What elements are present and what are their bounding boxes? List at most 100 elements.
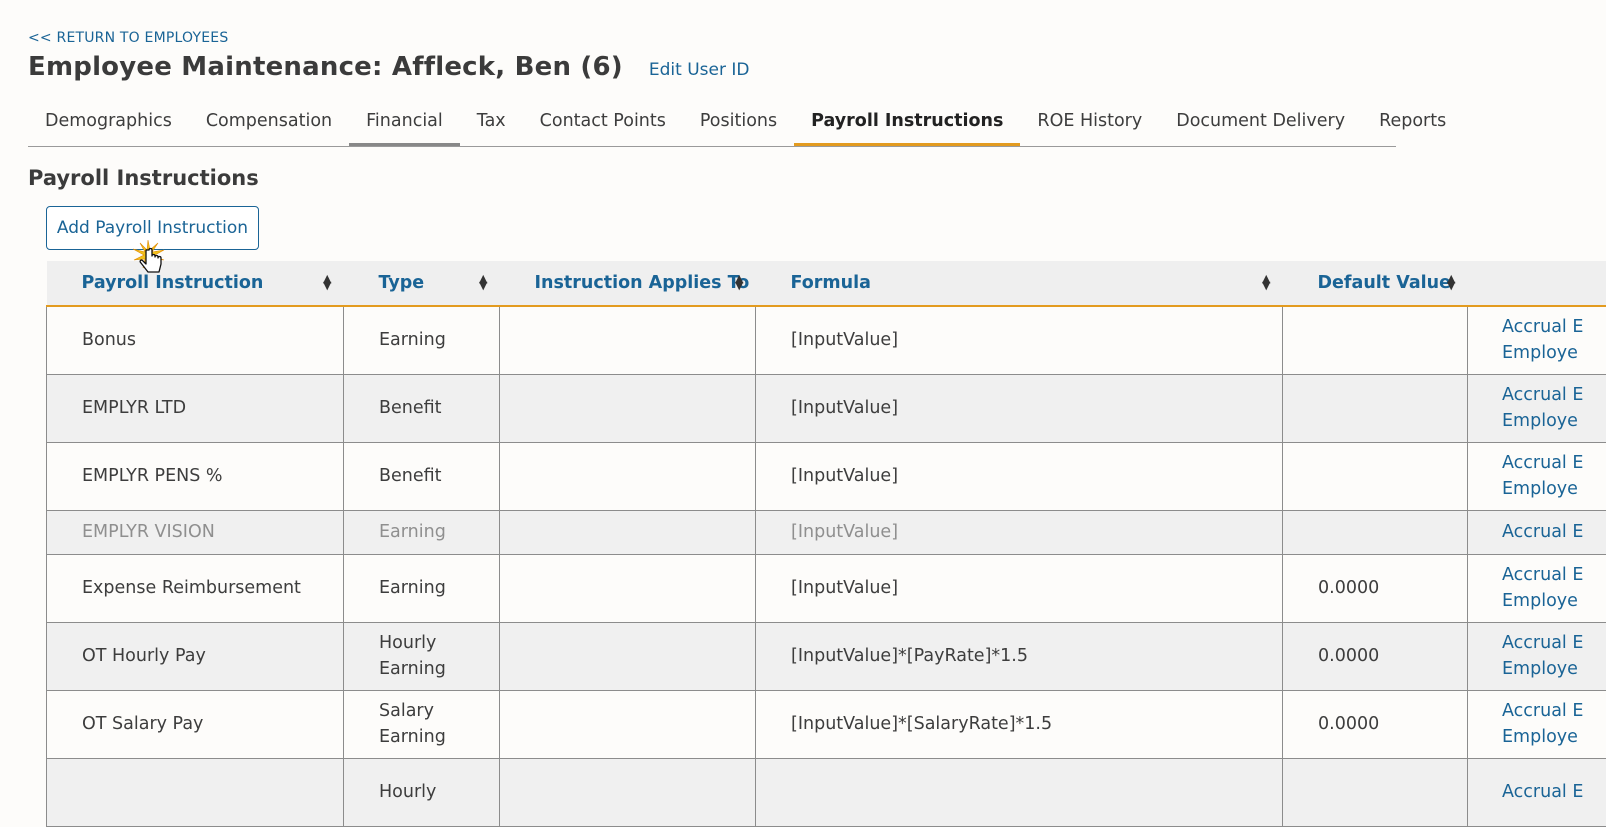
accrual-link[interactable]: Accrual E bbox=[1502, 314, 1606, 340]
cell-default-value bbox=[1283, 442, 1468, 510]
title-row: Employee Maintenance: Affleck, Ben (6) E… bbox=[28, 52, 749, 82]
payroll-instructions-table: Payroll Instruction▲▼ Type▲▼ Instruction… bbox=[46, 261, 1606, 827]
table-row[interactable]: EMPLYR LTDBenefit [InputValue] Accrual EEm… bbox=[47, 374, 1606, 442]
table-header-row: Payroll Instruction▲▼ Type▲▼ Instruction… bbox=[47, 261, 1606, 306]
tab-document-delivery[interactable]: Document Delivery bbox=[1159, 104, 1362, 146]
accrual-link[interactable]: Accrual E bbox=[1502, 519, 1606, 545]
cell-applies-to bbox=[500, 554, 756, 622]
tab-payroll-instructions[interactable]: Payroll Instructions bbox=[794, 104, 1020, 146]
tab-compensation[interactable]: Compensation bbox=[189, 104, 349, 146]
table-row[interactable]: Hourly Accrual E bbox=[47, 758, 1606, 826]
type-line: Salary bbox=[379, 698, 499, 724]
cell-formula: [InputValue]*[SalaryRate]*1.5 bbox=[756, 690, 1283, 758]
cell-payroll-instruction: EMPLYR VISION bbox=[47, 510, 344, 554]
column-header-formula[interactable]: Formula▲▼ bbox=[756, 261, 1283, 306]
cell-applies-to bbox=[500, 306, 756, 374]
table-row[interactable]: Expense ReimbursementEarning[InputValue]… bbox=[47, 554, 1606, 622]
column-header-actions bbox=[1468, 261, 1606, 306]
cell-applies-to bbox=[500, 510, 756, 554]
tab-contact-points[interactable]: Contact Points bbox=[523, 104, 683, 146]
cell-default-value: 0.0000 bbox=[1283, 554, 1468, 622]
cell-applies-to bbox=[500, 690, 756, 758]
tab-roe-history[interactable]: ROE History bbox=[1020, 104, 1159, 146]
column-header-default-value[interactable]: Default Value▲▼ bbox=[1283, 261, 1468, 306]
cell-payroll-instruction: EMPLYR PENS % bbox=[47, 442, 344, 510]
type-line: Earning bbox=[379, 519, 499, 545]
sort-icon: ▲▼ bbox=[479, 275, 487, 289]
return-to-employees-link[interactable]: << RETURN TO EMPLOYEES bbox=[28, 30, 228, 46]
cell-formula: [InputValue] bbox=[756, 374, 1283, 442]
cell-default-value: 0.0000 bbox=[1283, 622, 1468, 690]
cell-actions: Accrual EEmploye bbox=[1468, 374, 1606, 442]
type-line: Earning bbox=[379, 327, 499, 353]
cell-default-value bbox=[1283, 510, 1468, 554]
employee-link[interactable]: Employe bbox=[1502, 724, 1606, 750]
cell-formula: [InputValue] bbox=[756, 510, 1283, 554]
cell-type: Benefit bbox=[344, 374, 500, 442]
cell-payroll-instruction bbox=[47, 758, 344, 826]
cell-applies-to bbox=[500, 374, 756, 442]
table-row[interactable]: BonusEarning[InputValue]Accrual EEmploye bbox=[47, 306, 1606, 374]
type-line: Benefit bbox=[379, 463, 499, 489]
cell-actions: Accrual E bbox=[1468, 758, 1606, 826]
page-title: Employee Maintenance: Affleck, Ben (6) bbox=[28, 52, 623, 82]
column-header-instruction-applies-to[interactable]: Instruction Applies To▲▼ bbox=[500, 261, 756, 306]
type-line: Earning bbox=[379, 575, 499, 601]
section-title: Payroll Instructions bbox=[28, 166, 259, 190]
table-row[interactable]: EMPLYR PENS % Benefit [InputValue] Accrual … bbox=[47, 442, 1606, 510]
cell-payroll-instruction: OT Hourly Pay bbox=[47, 622, 344, 690]
cell-applies-to bbox=[500, 442, 756, 510]
cell-type: Benefit bbox=[344, 442, 500, 510]
cell-type: Earning bbox=[344, 306, 500, 374]
tab-bar: Demographics Compensation Financial Tax … bbox=[28, 104, 1396, 147]
employee-link[interactable]: Employe bbox=[1502, 476, 1606, 502]
accrual-link[interactable]: Accrual E bbox=[1502, 698, 1606, 724]
accrual-link[interactable]: Accrual E bbox=[1502, 630, 1606, 656]
table-row[interactable]: OT Salary Pay SalaryEarning [InputValue]*[… bbox=[47, 690, 1606, 758]
column-header-payroll-instruction[interactable]: Payroll Instruction▲▼ bbox=[47, 261, 344, 306]
cell-actions: Accrual EEmploye bbox=[1468, 554, 1606, 622]
edit-user-id-link[interactable]: Edit User ID bbox=[649, 60, 750, 80]
cell-payroll-instruction: Bonus bbox=[47, 306, 344, 374]
cell-type: Earning bbox=[344, 554, 500, 622]
accrual-link[interactable]: Accrual E bbox=[1502, 779, 1606, 805]
cell-default-value: 0.0000 bbox=[1283, 690, 1468, 758]
cell-formula: [InputValue] bbox=[756, 442, 1283, 510]
accrual-link[interactable]: Accrual E bbox=[1502, 562, 1606, 588]
cell-default-value bbox=[1283, 374, 1468, 442]
cell-applies-to bbox=[500, 758, 756, 826]
tab-demographics[interactable]: Demographics bbox=[28, 104, 189, 146]
cell-actions: Accrual EEmploye bbox=[1468, 442, 1606, 510]
cell-payroll-instruction: Expense Reimbursement bbox=[47, 554, 344, 622]
column-header-type[interactable]: Type▲▼ bbox=[344, 261, 500, 306]
cell-applies-to bbox=[500, 622, 756, 690]
tab-tax[interactable]: Tax bbox=[460, 104, 523, 146]
table-body: BonusEarning[InputValue]Accrual EEmploye… bbox=[47, 306, 1606, 826]
cell-default-value bbox=[1283, 758, 1468, 826]
accrual-link[interactable]: Accrual E bbox=[1502, 382, 1606, 408]
cell-payroll-instruction: EMPLYR LTD bbox=[47, 374, 344, 442]
cell-default-value bbox=[1283, 306, 1468, 374]
cell-formula: [InputValue]*[PayRate]*1.5 bbox=[756, 622, 1283, 690]
add-payroll-instruction-button[interactable]: Add Payroll Instruction bbox=[46, 206, 259, 250]
employee-link[interactable]: Employe bbox=[1502, 408, 1606, 434]
tab-positions[interactable]: Positions bbox=[683, 104, 794, 146]
table-row[interactable]: OT Hourly PayHourlyEarning[InputValue]*[… bbox=[47, 622, 1606, 690]
employee-link[interactable]: Employe bbox=[1502, 588, 1606, 614]
cell-type: Hourly bbox=[344, 758, 500, 826]
accrual-link[interactable]: Accrual E bbox=[1502, 450, 1606, 476]
sort-icon: ▲▼ bbox=[323, 275, 331, 289]
table-row[interactable]: EMPLYR VISION Earning [InputValue] Accrual … bbox=[47, 510, 1606, 554]
cell-actions: Accrual EEmploye bbox=[1468, 690, 1606, 758]
tab-reports[interactable]: Reports bbox=[1362, 104, 1463, 146]
type-line: Hourly bbox=[379, 779, 499, 805]
sort-icon: ▲▼ bbox=[735, 275, 743, 289]
tab-financial[interactable]: Financial bbox=[349, 104, 460, 146]
cell-payroll-instruction: OT Salary Pay bbox=[47, 690, 344, 758]
employee-link[interactable]: Employe bbox=[1502, 656, 1606, 682]
type-line: Earning bbox=[379, 656, 499, 682]
employee-link[interactable]: Employe bbox=[1502, 340, 1606, 366]
type-line: Earning bbox=[379, 724, 499, 750]
cell-actions: Accrual EEmploye bbox=[1468, 306, 1606, 374]
cell-actions: Accrual E bbox=[1468, 510, 1606, 554]
